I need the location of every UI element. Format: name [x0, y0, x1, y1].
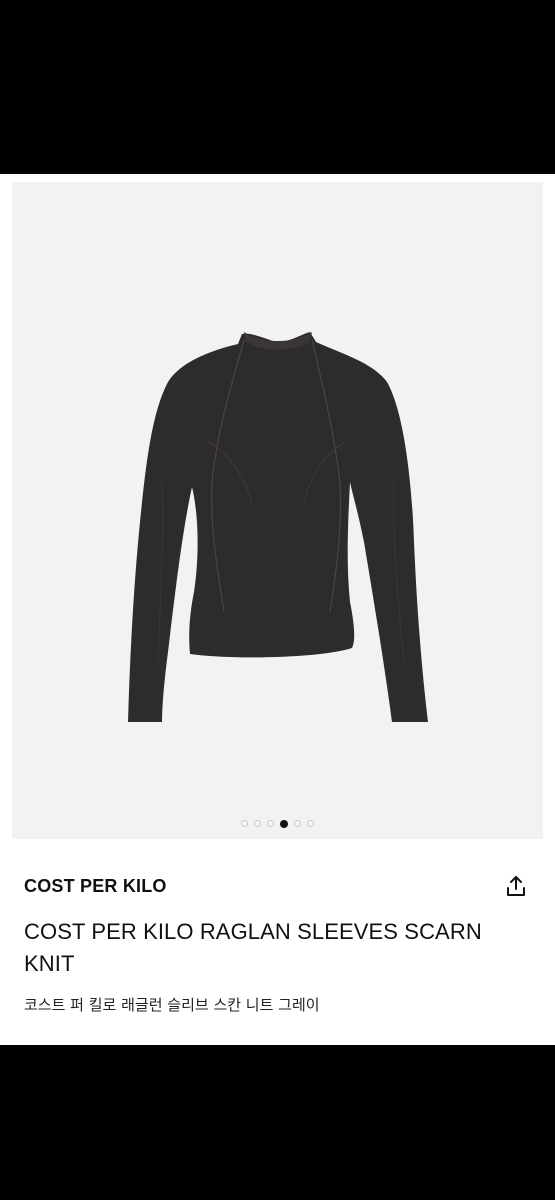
- pagination-dot[interactable]: [267, 820, 274, 827]
- screen: COST PER KILO COST PER KILO RAGLAN SLEEV…: [0, 0, 555, 1200]
- brand-name[interactable]: COST PER KILO: [24, 874, 534, 898]
- product-image-carousel[interactable]: [12, 182, 543, 839]
- pagination-dot[interactable]: [254, 820, 261, 827]
- product-info: COST PER KILO COST PER KILO RAGLAN SLEEV…: [24, 874, 534, 1016]
- pagination-dot-active[interactable]: [280, 820, 288, 828]
- share-button[interactable]: [502, 872, 530, 900]
- share-icon: [507, 876, 525, 896]
- product-subtitle: 코스트 퍼 킬로 래글런 슬리브 스칸 니트 그레이: [24, 996, 320, 1014]
- pagination-dot[interactable]: [307, 820, 314, 827]
- product-image: [128, 332, 428, 722]
- carousel-pagination[interactable]: [12, 820, 543, 830]
- product-title: COST PER KILO RAGLAN SLEEVES SCARN KNIT: [24, 919, 482, 976]
- product-panel: COST PER KILO COST PER KILO RAGLAN SLEEV…: [0, 174, 555, 1045]
- pagination-dot[interactable]: [241, 820, 248, 827]
- pagination-dot[interactable]: [294, 820, 301, 827]
